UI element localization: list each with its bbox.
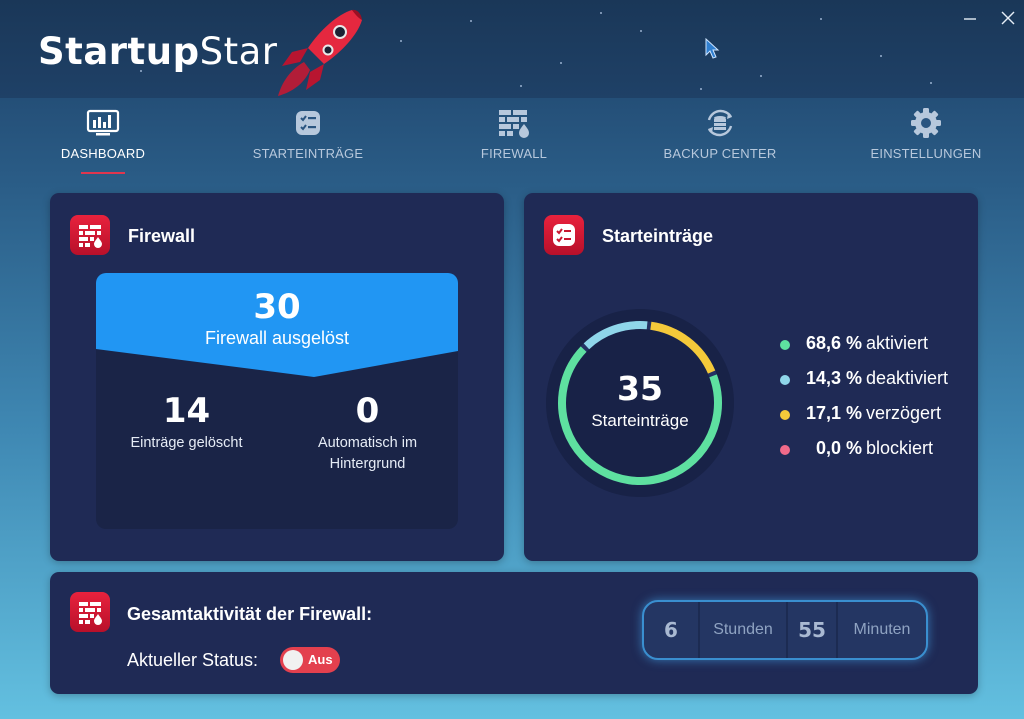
legend-label-aktiviert: aktiviert [866,333,929,353]
entries-deleted-label: Einträge gelöscht [130,435,243,451]
firewall-card: Firewall 30 Firewall ausgelöst 14 Einträ… [50,193,504,561]
hours-value: 6 [664,618,678,642]
auto-background-label-line2: Hintergrund [329,456,406,472]
title-bar: StartupStar [0,0,1024,98]
startup-entries-card: Starteinträge 35 Starteinträge 68,6 % ak… [524,193,978,561]
main-navigation: DASHBOARD STARTEINTRÄGE FIREWALL BACKUP … [0,98,1024,178]
firewall-status-toggle[interactable]: Aus [280,647,340,673]
auto-background-count: 0 [355,391,380,431]
current-status-label: Aktueller Status: [127,650,259,670]
tab-einstellungen-label: EINSTELLUNGEN [870,146,982,161]
legend-value-verzoegert: 17,1 % [805,403,862,423]
tab-backup-center-label: BACKUP CENTER [663,146,777,161]
activity-card-icon-box [70,592,110,632]
firewall-card-icon-box [70,215,110,255]
legend-value-deaktiviert: 14,3 % [805,368,862,388]
dashboard-icon [86,109,120,136]
legend-dot-verzoegert [780,410,790,420]
rocket-icon [278,9,362,96]
toggle-knob [283,650,303,670]
startup-card-icon-box [544,215,584,255]
startup-total-label: Starteinträge [591,411,689,430]
close-icon[interactable] [996,8,1020,32]
toggle-state-label: Aus [308,652,333,667]
minutes-unit: Minuten [853,621,911,638]
firewall-stats-panel: 30 Firewall ausgelöst 14 Einträge gelösc… [96,273,458,529]
tab-backup-center[interactable]: BACKUP CENTER [640,106,800,161]
firewall-icon [79,225,102,248]
startup-card-title: Starteinträge [602,226,714,246]
legend-dot-blockiert [780,445,790,455]
firewall-activity-card: Gesamtaktivität der Firewall: Aktueller … [50,572,978,694]
tab-dashboard[interactable]: DASHBOARD [23,106,183,161]
tab-dashboard-label: DASHBOARD [60,146,146,161]
firewall-icon [79,602,102,625]
app-title-bold: Startup [38,30,200,73]
startup-list-icon [296,111,320,135]
tab-firewall[interactable]: FIREWALL [434,106,594,161]
minimize-icon[interactable] [958,8,982,32]
firewall-triggered-label: Firewall ausgelöst [204,328,350,348]
activity-card-title: Gesamtaktivität der Firewall: [127,604,373,624]
tab-starteintraege-label: STARTEINTRÄGE [252,146,364,161]
auto-background-label-line1: Automatisch im [317,435,418,451]
active-tab-indicator [81,172,125,174]
minutes-value: 55 [798,618,826,642]
legend-dot-aktiviert [780,340,790,350]
legend-label-blockiert: blockiert [866,438,934,458]
startup-list-icon [553,224,575,246]
legend-label-deaktiviert: deaktiviert [866,368,949,388]
legend-value-blockiert: 0,0 % [815,438,862,458]
startup-donut-chart: 35 Starteinträge [544,307,736,499]
firewall-card-title: Firewall [128,226,196,246]
firewall-icon [499,110,529,138]
legend-dot-deaktiviert [780,375,790,385]
legend-label-verzoegert: verzögert [866,403,942,423]
backup-icon [707,109,733,137]
firewall-triggered-count: 30 [253,287,301,327]
app-logo-text: StartupStar [38,30,277,73]
startup-total-count: 35 [617,369,663,408]
app-title-light: Star [199,30,278,73]
tab-firewall-label: FIREWALL [480,146,548,161]
mouse-cursor-icon [705,38,720,59]
gear-icon [911,108,941,138]
entries-deleted-count: 14 [162,391,211,431]
hours-unit: Stunden [713,621,773,638]
tab-starteintraege[interactable]: STARTEINTRÄGE [228,106,388,161]
legend-value-aktiviert: 68,6 % [805,333,862,353]
activity-duration-display: 6 Stunden 55 Minuten [642,600,928,660]
tab-einstellungen[interactable]: EINSTELLUNGEN [846,106,1006,161]
